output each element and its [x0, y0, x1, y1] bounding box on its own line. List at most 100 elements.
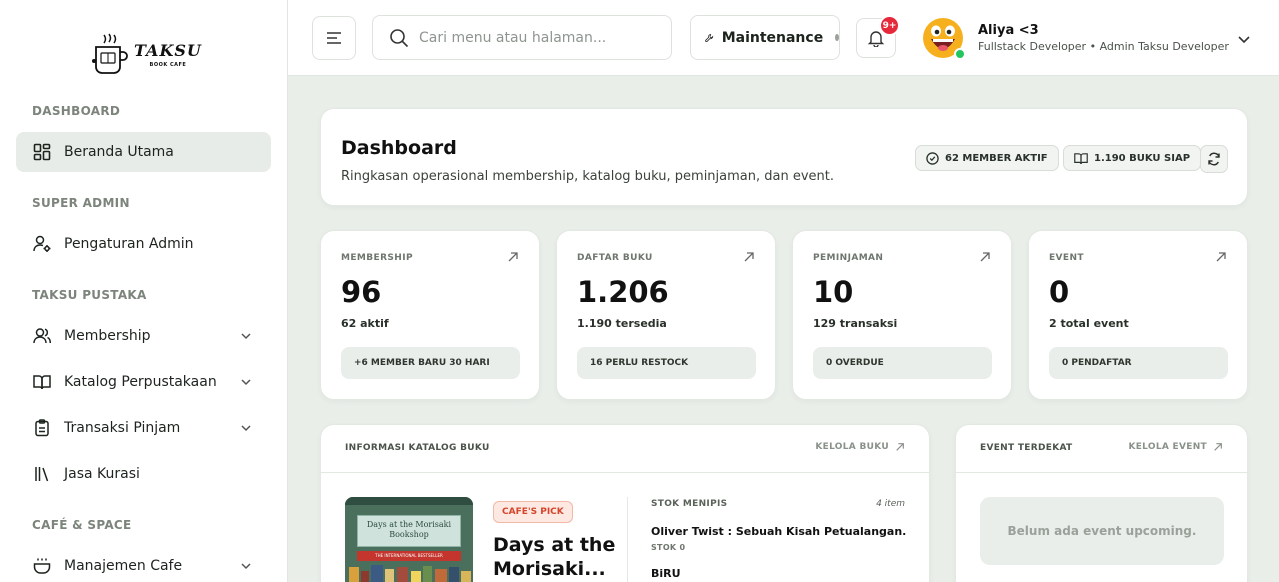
maintenance-button[interactable]: Maintenance [690, 15, 840, 60]
sidebar-item-label: Beranda Utama [64, 144, 174, 160]
sidebar-item-label: Transaksi Pinjam [64, 420, 181, 436]
stat-value: 1.206 [577, 275, 669, 309]
chevron-down-icon [241, 333, 251, 340]
stat-label: PEMINJAMAN [813, 253, 884, 263]
sidebar-item-transaksi-pinjam[interactable]: Transaksi Pinjam [16, 408, 271, 448]
kelola-buku-link[interactable]: KELOLA BUKU [815, 442, 905, 452]
topbar: Maintenance 9+ Aliya <3 Fullstack Develo… [288, 0, 1279, 76]
books-ready-pill[interactable]: 1.190 BUKU SIAP [1063, 145, 1202, 171]
books-ready-label: 1.190 BUKU SIAP [1094, 152, 1191, 164]
stat-value: 0 [1049, 275, 1070, 309]
arrow-up-right-icon [896, 443, 904, 451]
stok-menipis-count: 4 item [876, 499, 905, 509]
stat-card-membership[interactable]: MEMBERSHIP 96 62 aktif +6 MEMBER BARU 30… [320, 230, 540, 400]
cafe-pick-badge: CAFE'S PICK [493, 501, 573, 523]
sidebar-item-manajemen-cafe[interactable]: Manajemen Cafe [16, 546, 271, 582]
stat-footer-badge: 0 PENDAFTAR [1049, 347, 1228, 379]
event-card-header: EVENT TERDEKAT KELOLA EVENT [956, 425, 1247, 473]
arrow-up-right-icon [1214, 443, 1222, 451]
stat-label: EVENT [1049, 253, 1084, 263]
low-stock-item-title[interactable]: Oliver Twist : Sebuah Kisah Petualangan.… [651, 525, 906, 538]
event-card-title: EVENT TERDEKAT [980, 443, 1073, 453]
notification-badge: 9+ [879, 15, 900, 36]
refresh-button[interactable] [1200, 145, 1228, 173]
stat-footer-badge: 0 OVERDUE [813, 347, 992, 379]
maintenance-status-dot [835, 34, 839, 41]
coffee-cup-logo-icon [92, 33, 128, 74]
sidebar-item-pengaturan-admin[interactable]: Pengaturan Admin [16, 224, 271, 264]
kelola-event-link[interactable]: KELOLA EVENT [1128, 442, 1223, 452]
user-gear-icon [32, 234, 52, 254]
stat-value: 96 [341, 275, 382, 309]
stat-value: 10 [813, 275, 854, 309]
sidebar-item-label: Pengaturan Admin [64, 236, 194, 252]
wrench-icon [705, 33, 714, 42]
low-stock-item-title[interactable]: BiRU [651, 567, 906, 580]
stat-footer-badge: 16 PERLU RESTOCK [577, 347, 756, 379]
book-cover-band: THE INTERNATIONAL BESTSELLER [357, 551, 461, 561]
arrow-up-right-icon [1216, 252, 1226, 262]
menu-icon [327, 32, 341, 44]
sidebar-item-membership[interactable]: Membership [16, 316, 271, 356]
event-terdekat-card: EVENT TERDEKAT KELOLA EVENT Belum ada ev… [955, 424, 1248, 582]
katalog-info-card: INFORMASI KATALOG BUKU KELOLA BUKU Days … [320, 424, 930, 582]
sidebar-item-label: Jasa Kurasi [64, 466, 140, 482]
nav-section-taksu-pustaka: TAKSU PUSTAKA [32, 288, 147, 302]
dashboard-icon [32, 142, 52, 162]
stat-card-daftar-buku[interactable]: DAFTAR BUKU 1.206 1.190 tersedia 16 PERL… [556, 230, 776, 400]
page-title: Dashboard [341, 137, 457, 159]
search-icon [390, 28, 409, 47]
coffee-cup-icon [32, 556, 52, 576]
stat-card-event[interactable]: EVENT 0 2 total event 0 PENDAFTAR [1028, 230, 1248, 400]
event-empty-state: Belum ada event upcoming. [980, 497, 1224, 565]
featured-book-title[interactable]: Days at the Morisaki... [493, 533, 618, 581]
chevron-down-icon [241, 563, 251, 570]
avatar [922, 17, 966, 60]
stat-footer-badge: +6 MEMBER BARU 30 HARI [341, 347, 520, 379]
nav-section-cafe-space: CAFÉ & SPACE [32, 518, 132, 532]
users-icon [32, 326, 52, 346]
katalog-card-title: INFORMASI KATALOG BUKU [345, 443, 490, 453]
chevron-down-icon [241, 379, 251, 386]
chevron-down-icon [1238, 36, 1250, 44]
arrow-up-right-icon [508, 252, 518, 262]
stat-subtext: 2 total event [1049, 317, 1129, 330]
brand-name: TAKSU [134, 40, 202, 60]
check-circle-icon [926, 151, 939, 165]
brand-logo[interactable]: TAKSU BOOK CAFE [90, 28, 210, 80]
notification-button[interactable]: 9+ [856, 15, 900, 58]
sidebar: TAKSU BOOK CAFE DASHBOARD Beranda Utama … [0, 0, 288, 582]
maintenance-label: Maintenance [721, 29, 824, 46]
search-input[interactable] [419, 29, 649, 46]
refresh-icon [1208, 152, 1220, 166]
search-box[interactable] [372, 15, 672, 60]
nav-section-super-admin: SUPER ADMIN [32, 196, 130, 210]
page-subtitle: Ringkasan operasional membership, katalo… [341, 169, 835, 184]
library-icon [32, 464, 52, 484]
clipboard-icon [32, 418, 52, 438]
divider [627, 497, 628, 582]
active-members-label: 62 MEMBER AKTIF [945, 152, 1048, 164]
book-open-icon [1074, 152, 1088, 164]
sidebar-item-label: Katalog Perpustakaan [64, 374, 217, 390]
user-menu[interactable]: Aliya <3 Fullstack Developer • Admin Tak… [922, 15, 1252, 61]
dashboard-header-card: Dashboard Ringkasan operasional membersh… [320, 108, 1248, 206]
sidebar-item-beranda-utama[interactable]: Beranda Utama [16, 132, 271, 172]
book-cover-image[interactable]: Days at the Morisaki Bookshop THE INTERN… [345, 497, 473, 582]
sidebar-item-katalog-perpustakaan[interactable]: Katalog Perpustakaan [16, 362, 271, 402]
sidebar-item-label: Membership [64, 328, 151, 344]
stat-card-peminjaman[interactable]: PEMINJAMAN 10 129 transaksi 0 OVERDUE [792, 230, 1012, 400]
book-cover-title: Days at the Morisaki Bookshop [357, 515, 461, 547]
sidebar-item-jasa-kurasi[interactable]: Jasa Kurasi [16, 454, 271, 494]
stok-menipis-title: STOK MENIPIS [651, 499, 728, 509]
stat-subtext: 1.190 tersedia [577, 317, 667, 330]
user-name: Aliya <3 [978, 23, 1039, 38]
active-members-pill[interactable]: 62 MEMBER AKTIF [915, 145, 1059, 171]
kelola-event-label: KELOLA EVENT [1128, 442, 1207, 452]
user-role: Fullstack Developer • Admin Taksu Develo… [978, 40, 1229, 53]
menu-toggle-button[interactable] [312, 16, 356, 60]
sidebar-item-label: Manajemen Cafe [64, 558, 183, 574]
nav-section-dashboard: DASHBOARD [32, 104, 121, 118]
katalog-card-header: INFORMASI KATALOG BUKU KELOLA BUKU [321, 425, 929, 473]
stat-label: MEMBERSHIP [341, 253, 413, 263]
